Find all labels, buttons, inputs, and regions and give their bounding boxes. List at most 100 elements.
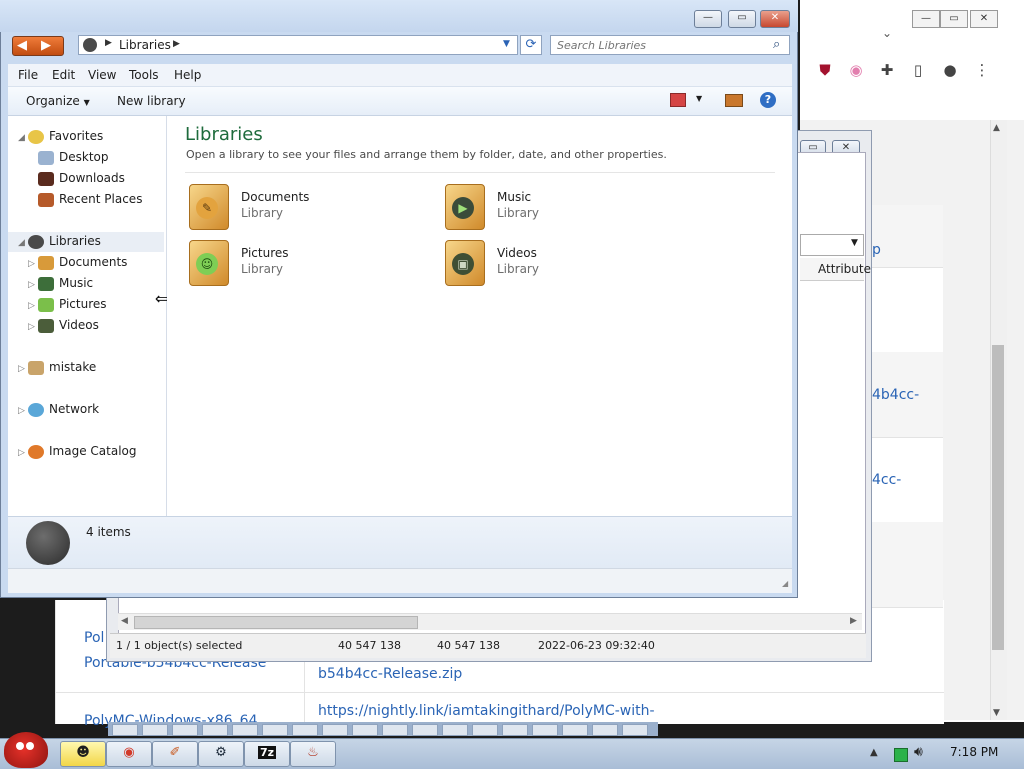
link-fragment[interactable]: 4cc- — [872, 472, 901, 488]
menu-file[interactable]: File — [18, 68, 38, 82]
scroll-left-icon[interactable]: ◀ — [121, 616, 128, 626]
breadcrumb-arrow-icon[interactable]: ▶ — [105, 38, 112, 48]
nav-pictures[interactable]: ▷ Pictures — [28, 294, 107, 314]
nav-documents[interactable]: ▷ Documents — [28, 252, 127, 272]
nav-recent-places[interactable]: Recent Places — [38, 189, 142, 209]
search-box[interactable]: ⌕ — [550, 35, 790, 55]
strip-cell[interactable] — [562, 724, 588, 736]
link-fragment[interactable]: b54b4cc-Release.zip — [318, 666, 462, 682]
clock[interactable]: 7:18 PM — [950, 745, 998, 759]
link-fragment[interactable]: 4b4cc- — [872, 387, 919, 403]
forward-arrow-icon[interactable]: ▶ — [41, 38, 51, 53]
library-music[interactable]: ▶ Music Library — [445, 184, 675, 234]
expand-arrow-icon[interactable]: ◢ — [18, 128, 28, 148]
strip-cell[interactable] — [412, 724, 438, 736]
browser-close-button[interactable]: ✕ — [970, 10, 998, 28]
chevron-down-icon[interactable]: ▼ — [503, 39, 510, 49]
strip-cell[interactable] — [352, 724, 378, 736]
taskbar-steam-button[interactable]: ⚙ — [198, 741, 244, 767]
sidebar-icon[interactable]: ▯ — [908, 60, 928, 80]
new-library-button[interactable]: New library — [117, 94, 186, 108]
address-bar[interactable]: ▶ Libraries ▶ ▼ — [78, 35, 518, 55]
breadcrumb-arrow-icon[interactable]: ▶ — [173, 39, 180, 49]
minimize-button[interactable]: — — [694, 10, 722, 28]
nav-image-catalog[interactable]: ▷ Image Catalog — [18, 441, 136, 461]
search-icon[interactable]: ⌕ — [773, 37, 780, 52]
library-documents[interactable]: ✎ Documents Library — [189, 184, 419, 234]
resize-grip-icon[interactable]: ◢ — [782, 579, 788, 588]
scroll-thumb[interactable] — [134, 616, 418, 629]
volume-icon[interactable]: 🔊︎ — [914, 744, 923, 760]
breadcrumb[interactable]: Libraries — [119, 38, 171, 52]
scroll-up-icon[interactable]: ▲ — [993, 123, 1000, 133]
menu-tools[interactable]: Tools — [129, 68, 159, 82]
strip-cell[interactable] — [322, 724, 348, 736]
nav-videos[interactable]: ▷ Videos — [28, 315, 99, 335]
nav-network[interactable]: ▷ Network — [18, 399, 99, 419]
tray-expand-icon[interactable]: ▲ — [870, 747, 878, 758]
menu-help[interactable]: Help — [174, 68, 201, 82]
strip-cell[interactable] — [292, 724, 318, 736]
strip-cell[interactable] — [142, 724, 168, 736]
taskbar-explorer-button[interactable]: ☻ — [60, 741, 106, 767]
link-fragment[interactable]: Pol — [84, 630, 104, 646]
nav-libraries[interactable]: ◢ Libraries — [18, 231, 101, 251]
strip-cell[interactable] — [172, 724, 198, 736]
expand-arrow-icon[interactable]: ▷ — [28, 296, 38, 316]
expand-arrow-icon[interactable]: ▷ — [28, 275, 38, 295]
organize-button[interactable]: Organize ▼ — [26, 94, 90, 108]
scroll-down-icon[interactable]: ▼ — [993, 708, 1000, 718]
menu-dots-icon[interactable]: ⋮ — [972, 60, 992, 80]
chevron-down-icon[interactable]: ⌄ — [882, 26, 892, 40]
strip-cell[interactable] — [262, 724, 288, 736]
nav-mistake[interactable]: ▷ mistake — [18, 357, 96, 377]
taskbar-app-button[interactable]: ✐ — [152, 741, 198, 767]
tray-status-icon[interactable] — [894, 748, 908, 762]
browser-maximize-button[interactable]: ▭ — [940, 10, 968, 28]
search-input[interactable] — [555, 37, 764, 54]
library-pictures[interactable]: ☺ Pictures Library — [189, 240, 419, 290]
nav-favorites[interactable]: ◢ Favorites — [18, 126, 103, 146]
archive-column-header[interactable]: Attribute — [800, 258, 871, 281]
expand-arrow-icon[interactable]: ▷ — [28, 254, 38, 274]
expand-arrow-icon[interactable]: ▷ — [28, 317, 38, 337]
menu-view[interactable]: View — [88, 68, 116, 82]
preview-pane-icon[interactable] — [725, 94, 743, 107]
refresh-button[interactable]: ⟳ — [520, 35, 542, 55]
menu-edit[interactable]: Edit — [52, 68, 75, 82]
strip-cell[interactable] — [532, 724, 558, 736]
strip-cell[interactable] — [502, 724, 528, 736]
strip-cell[interactable] — [592, 724, 618, 736]
nav-downloads[interactable]: Downloads — [38, 168, 125, 188]
taskbar-7zip-button[interactable]: 7z — [244, 741, 290, 767]
close-button[interactable]: ✕ — [760, 10, 790, 28]
strip-cell[interactable] — [442, 724, 468, 736]
flag-icon[interactable]: ◉ — [846, 60, 866, 80]
nav-music[interactable]: ▷ Music — [28, 273, 93, 293]
explorer-titlebar[interactable] — [0, 0, 798, 32]
strip-cell[interactable] — [382, 724, 408, 736]
strip-cell[interactable] — [202, 724, 228, 736]
puzzle-icon[interactable]: ✚ — [877, 60, 897, 80]
back-arrow-icon[interactable]: ◀ — [17, 38, 27, 53]
scroll-right-icon[interactable]: ▶ — [850, 616, 857, 626]
strip-cell[interactable] — [622, 724, 648, 736]
strip-cell[interactable] — [112, 724, 138, 736]
back-forward-buttons[interactable]: ◀ ▶ — [12, 36, 64, 56]
link-fragment[interactable]: p — [872, 242, 881, 258]
link-fragment[interactable]: https://nightly.link/iamtakingithard/Pol… — [318, 703, 655, 719]
expand-arrow-icon[interactable]: ▷ — [18, 401, 28, 421]
start-button[interactable] — [4, 732, 48, 768]
library-videos[interactable]: ▣ Videos Library — [445, 240, 675, 290]
browser-minimize-button[interactable]: — — [912, 10, 940, 28]
expand-arrow-icon[interactable]: ▷ — [18, 359, 28, 379]
shield-icon[interactable]: ⛊ — [815, 60, 835, 80]
help-icon[interactable]: ? — [760, 92, 776, 108]
chevron-down-icon[interactable]: ▼ — [696, 94, 702, 103]
profile-icon[interactable]: ● — [940, 60, 960, 80]
expand-arrow-icon[interactable]: ▷ — [18, 443, 28, 463]
expand-arrow-icon[interactable]: ◢ — [18, 233, 28, 253]
nav-desktop[interactable]: Desktop — [38, 147, 109, 167]
archive-dropdown[interactable]: ▼ — [800, 234, 864, 256]
strip-cell[interactable] — [232, 724, 258, 736]
